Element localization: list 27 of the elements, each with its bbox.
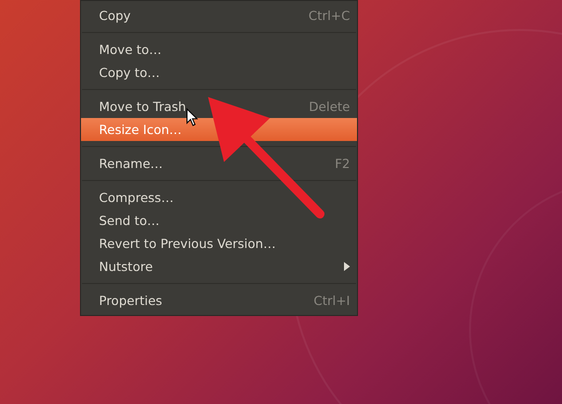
menu-item-label: Move to… xyxy=(99,42,162,57)
menu-item[interactable]: Properties Ctrl+I xyxy=(81,289,357,312)
shortcut-label: Ctrl+C xyxy=(308,8,350,23)
menu-item-label: Move to Trash xyxy=(99,99,186,114)
menu-item[interactable]: Copy Ctrl+C xyxy=(81,4,357,27)
shortcut-label: F2 xyxy=(334,156,350,171)
shortcut-label: Delete xyxy=(308,99,350,114)
menu-item-label: Copy xyxy=(99,8,131,23)
menu-item-label: Nutstore xyxy=(99,259,153,274)
mouse-pointer-icon xyxy=(186,108,198,127)
menu-item[interactable]: Move to… xyxy=(81,38,357,61)
menu-item[interactable]: Revert to Previous Version… xyxy=(81,232,357,255)
menu-item-label: Send to… xyxy=(99,213,160,228)
menu-item[interactable]: Compress… xyxy=(81,186,357,209)
menu-item[interactable]: Move to Trash Delete xyxy=(81,95,357,118)
menu-item[interactable]: Rename… F2 xyxy=(81,152,357,175)
menu-item[interactable]: Send to… xyxy=(81,209,357,232)
menu-item-label: Compress… xyxy=(99,190,174,205)
menu-item-label: Rename… xyxy=(99,156,163,171)
menu-item-label: Resize Icon… xyxy=(99,122,182,137)
submenu-arrow-icon xyxy=(344,262,350,271)
menu-item[interactable]: Nutstore xyxy=(81,255,357,278)
menu-item-label: Properties xyxy=(99,293,162,308)
shortcut-label: Ctrl+I xyxy=(314,293,350,308)
menu-item[interactable]: Copy to… xyxy=(81,61,357,84)
menu-item-label: Revert to Previous Version… xyxy=(99,236,276,251)
menu-item-label: Copy to… xyxy=(99,65,160,80)
